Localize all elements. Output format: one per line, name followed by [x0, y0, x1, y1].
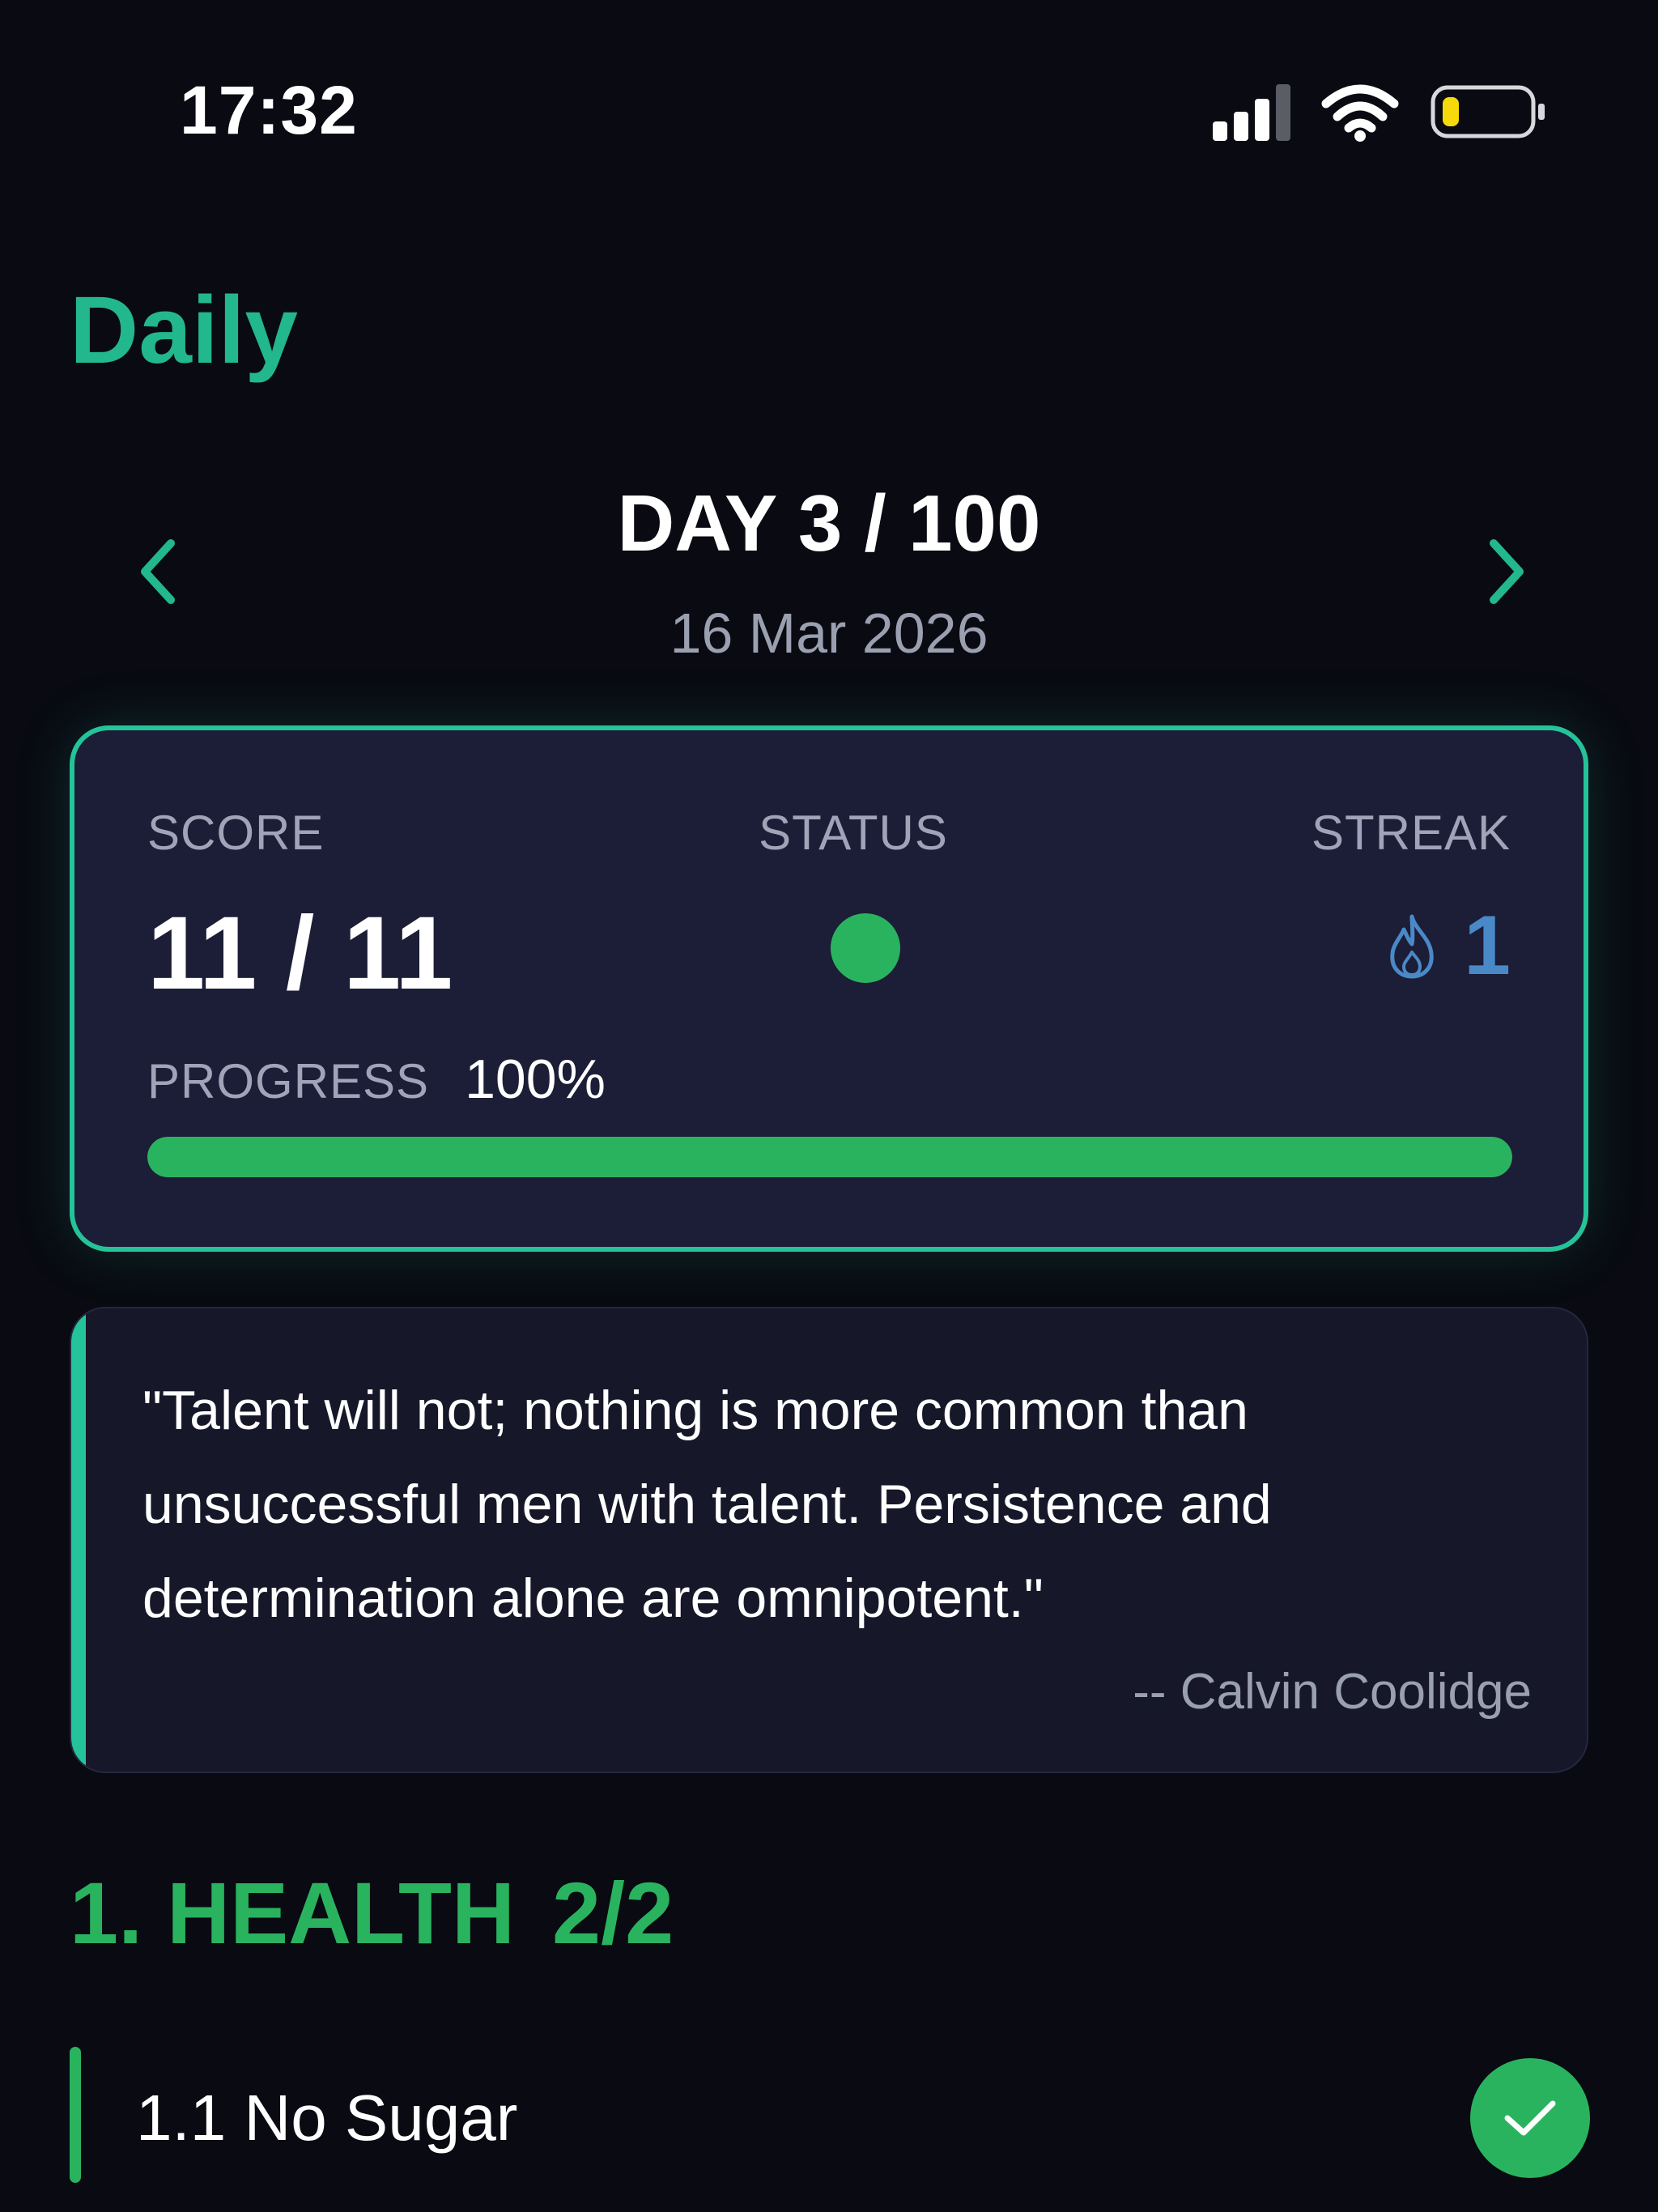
day-counter: DAY 3 / 100	[617, 479, 1041, 568]
flame-icon	[1390, 914, 1434, 979]
progress-value: 100%	[465, 1049, 606, 1110]
next-day-button[interactable]	[1470, 531, 1543, 612]
section-header-health[interactable]: 1. HEALTH 2/2	[70, 1862, 674, 1963]
day-date: 16 Mar 2026	[670, 602, 988, 665]
status-indicator	[831, 913, 900, 983]
progress-row: PROGRESS 100%	[147, 1048, 606, 1111]
score-value: 11 / 11	[147, 895, 453, 1011]
status-bar: 17:32	[0, 0, 1658, 186]
section-count: 2/2	[552, 1864, 674, 1962]
progress-label: PROGRESS	[147, 1054, 430, 1108]
daily-screen: 17:32 Daily DAY 3 / 100 16 Mar 2026 SCOR…	[0, 0, 1658, 2212]
section-title: 1. HEALTH	[70, 1864, 516, 1962]
streak-display: 1	[1383, 897, 1511, 994]
quote-accent-bar	[71, 1308, 86, 1772]
chevron-right-icon	[1490, 539, 1524, 604]
quote-author: -- Calvin Coolidge	[1133, 1664, 1532, 1720]
page-title: Daily	[70, 277, 299, 384]
streak-value: 1	[1464, 898, 1511, 993]
quote-card: "Talent will not; nothing is more common…	[70, 1307, 1588, 1773]
check-icon	[1504, 2100, 1556, 2136]
task-accent-bar	[70, 2047, 81, 2183]
progress-bar	[147, 1137, 1512, 1177]
day-navigator: DAY 3 / 100 16 Mar 2026	[0, 478, 1658, 688]
streak-label: STREAK	[1311, 806, 1511, 860]
task-label: 1.1 No Sugar	[136, 2082, 518, 2154]
status-time: 17:32	[180, 72, 358, 148]
wifi-icon	[1321, 84, 1399, 142]
task-row[interactable]: 1.1 No Sugar	[70, 2047, 1590, 2184]
signal-icon	[1213, 84, 1290, 141]
battery-icon	[1431, 85, 1545, 138]
progress-bar-fill	[147, 1137, 1512, 1177]
task-done-toggle[interactable]	[1470, 2058, 1590, 2178]
quote-text: "Talent will not; nothing is more common…	[142, 1380, 1272, 1629]
score-card: SCORE STATUS STREAK 11 / 11 1 PROGRESS 1…	[70, 725, 1588, 1252]
